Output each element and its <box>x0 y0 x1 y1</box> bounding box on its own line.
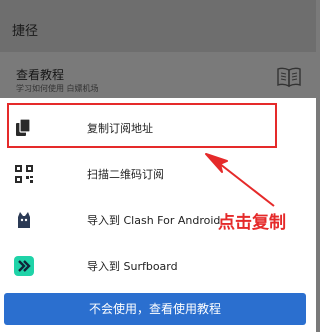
tutorial-row[interactable]: 查看教程 学习如何使用 白嫖机场 <box>0 52 316 98</box>
action-sheet: 复制订阅地址 扫描二维码订阅 导入到 Clash For Android 导入到… <box>0 98 316 332</box>
tutorial-row-subtitle: 学习如何使用 白嫖机场 <box>16 84 99 93</box>
view-tutorial-button[interactable]: 不会使用，查看使用教程 <box>4 293 306 325</box>
clash-cat-icon <box>18 212 30 228</box>
scan-qr-label: 扫描二维码订阅 <box>87 168 164 181</box>
header-title: 捷径 <box>12 24 39 39</box>
import-clash-label: 导入到 Clash For Android <box>87 214 221 227</box>
arrow-icon <box>205 153 275 207</box>
surfboard-icon <box>14 256 34 276</box>
background-header: 捷径 <box>0 0 316 52</box>
tutorial-row-title: 查看教程 <box>16 68 65 82</box>
import-surfboard-label: 导入到 Surfboard <box>87 260 178 273</box>
book-icon <box>277 67 301 88</box>
qr-code-icon <box>15 165 33 183</box>
import-surfboard-item[interactable]: 导入到 Surfboard <box>0 244 316 288</box>
highlight-box <box>7 103 277 148</box>
annotation-text: 点击复制 <box>218 213 286 233</box>
